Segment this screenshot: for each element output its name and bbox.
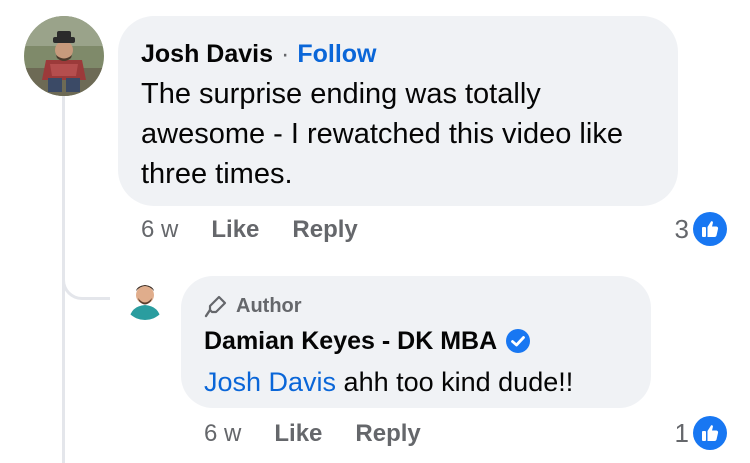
reply-reactions[interactable]: 1 <box>675 416 727 450</box>
author-badge-label: Author <box>236 294 302 317</box>
follow-button[interactable]: Follow <box>297 38 376 70</box>
reply-reaction-count: 1 <box>674 417 689 448</box>
microphone-icon <box>204 295 227 318</box>
reply-reply-button[interactable]: Reply <box>355 420 420 448</box>
author-badge: Author <box>204 294 629 318</box>
separator-dot: · <box>281 40 290 68</box>
commenter-avatar[interactable] <box>24 16 104 96</box>
reply-like-button[interactable]: Like <box>274 420 322 448</box>
mention-link[interactable]: Josh Davis <box>204 367 336 397</box>
reply-actions: 6 w Like Reply <box>204 418 454 450</box>
comment-text: The surprise ending was totally awesome … <box>141 78 623 190</box>
comment-timestamp[interactable]: 6 w <box>141 216 178 244</box>
comment-actions: 6 w Like Reply <box>141 214 391 246</box>
reply-author-avatar[interactable] <box>123 276 167 320</box>
like-button[interactable]: Like <box>211 216 259 244</box>
reply-author-name[interactable]: Damian Keyes - DK MBA <box>204 324 497 358</box>
reply-button[interactable]: Reply <box>292 216 357 244</box>
reaction-count: 3 <box>674 213 689 244</box>
reply-bubble: Author Damian Keyes - DK MBA Josh Davis … <box>181 276 651 408</box>
reply-message: ahh too kind dude!! <box>336 367 574 397</box>
comment-reactions[interactable]: 3 <box>675 212 727 246</box>
like-icon <box>693 212 727 246</box>
reply-timestamp[interactable]: 6 w <box>204 420 241 448</box>
reply-connector <box>62 244 110 300</box>
verified-badge-icon <box>505 328 531 354</box>
comment-header: Josh Davis · Follow <box>141 38 654 70</box>
comment-bubble: Josh Davis · Follow The surprise ending … <box>118 16 678 206</box>
like-icon <box>693 416 727 450</box>
reply-header: Damian Keyes - DK MBA <box>204 324 629 358</box>
reply-text: Josh Davis ahh too kind dude!! <box>204 362 629 402</box>
commenter-name[interactable]: Josh Davis <box>141 38 273 70</box>
